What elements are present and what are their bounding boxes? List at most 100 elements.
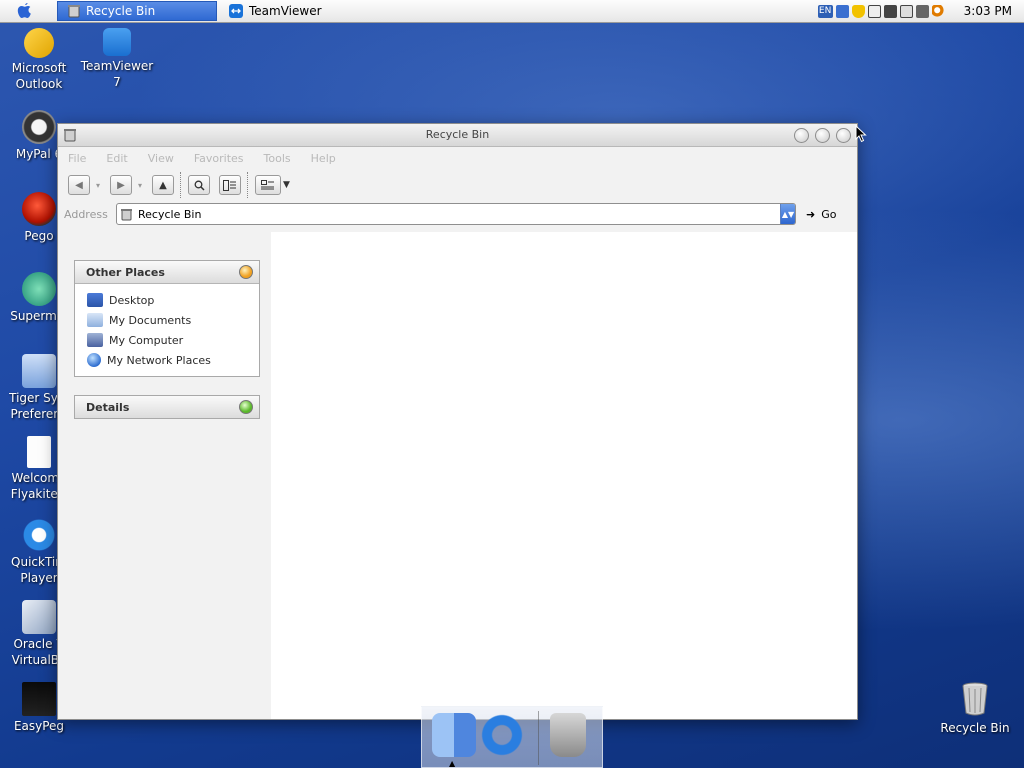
views-dropdown-icon[interactable]: ▼	[283, 180, 290, 190]
menu-view[interactable]: View	[148, 152, 174, 165]
place-my-computer[interactable]: My Computer	[87, 330, 259, 350]
pego-icon	[22, 192, 56, 226]
task-recycle-bin[interactable]: Recycle Bin	[57, 1, 217, 21]
back-dropdown-icon[interactable]: ▾	[96, 181, 100, 190]
menu-favorites[interactable]: Favorites	[194, 152, 244, 165]
maximize-button[interactable]	[815, 128, 830, 143]
forward-dropdown-icon[interactable]: ▾	[138, 181, 142, 190]
address-value: Recycle Bin	[138, 207, 202, 221]
task-label: Recycle Bin	[86, 4, 156, 18]
mypal-icon	[22, 110, 56, 144]
network-globe-icon	[87, 353, 101, 367]
desktop-icon	[87, 293, 103, 307]
trash-icon	[121, 208, 132, 220]
go-arrow-icon: ➜	[806, 207, 816, 221]
address-bar: Address Recycle Bin ▲▼ ➜ Go	[58, 201, 857, 227]
task-teamviewer[interactable]: TeamViewer	[219, 1, 349, 21]
other-places-header[interactable]: Other Places	[75, 261, 259, 284]
up-arrow-icon: ▲	[159, 179, 167, 191]
network-icon[interactable]	[835, 4, 849, 18]
shield-icon[interactable]	[851, 4, 865, 18]
up-button[interactable]: ▲	[152, 175, 175, 195]
views-icon	[261, 180, 275, 190]
forward-arrow-icon: ▶	[117, 179, 125, 191]
close-button[interactable]	[836, 128, 851, 143]
teamviewer-icon	[103, 28, 131, 56]
outlook-icon	[24, 28, 54, 58]
monitor-icon[interactable]	[883, 4, 897, 18]
finder-icon[interactable]	[432, 713, 476, 757]
panel-title: Other Places	[86, 265, 165, 279]
keyboard-icon[interactable]	[899, 4, 913, 18]
updown-arrow-icon: ▲▼	[781, 209, 795, 219]
menu-help[interactable]: Help	[311, 152, 336, 165]
place-my-documents[interactable]: My Documents	[87, 310, 259, 330]
desktop-icon-label: Microsoft	[11, 61, 67, 75]
search-icon[interactable]	[931, 4, 945, 18]
desktop-icon-label: EasyPeg	[13, 719, 65, 733]
panel-title: Details	[86, 400, 130, 414]
trash-icon[interactable]	[550, 713, 586, 757]
clock: 3:03 PM	[963, 4, 1012, 18]
desktop-icon-label: Recycle Bin	[940, 721, 1010, 735]
running-indicator-icon: ▲	[449, 759, 456, 768]
my-computer-icon	[87, 333, 103, 347]
trash-icon	[68, 5, 80, 18]
trash-icon	[64, 129, 76, 142]
desktop-icon-label: TeamViewer 7	[80, 59, 154, 89]
supermium-icon	[22, 272, 56, 306]
minimize-button[interactable]	[794, 128, 809, 143]
teamviewer-icon	[229, 4, 243, 18]
desktop-icon-label: Outlook	[15, 77, 63, 91]
place-desktop[interactable]: Desktop	[87, 290, 259, 310]
trash-icon	[962, 682, 988, 716]
internet-explorer-icon[interactable]	[480, 713, 524, 757]
menu-file[interactable]: File	[68, 152, 86, 165]
task-pane: Other Places Desktop My Documents My Com…	[58, 232, 270, 719]
address-field[interactable]: Recycle Bin ▲▼	[116, 203, 796, 225]
address-dropdown-button[interactable]: ▲▼	[780, 204, 795, 224]
menu-tools[interactable]: Tools	[264, 152, 291, 165]
desktop-icon-outlook[interactable]: Microsoft Outlook	[1, 28, 77, 92]
toolbar: ◀ ▾ ▶ ▾ ▲ ▼	[58, 169, 857, 201]
desktop-icon-teamviewer[interactable]: TeamViewer 7	[79, 28, 155, 90]
place-my-network-places[interactable]: My Network Places	[87, 350, 259, 370]
place-label: Desktop	[109, 293, 155, 307]
speaker-icon[interactable]	[915, 4, 929, 18]
window-controls	[794, 128, 851, 143]
details-panel: Details	[74, 395, 260, 419]
system-tray: EN 3:03 PM	[817, 0, 1024, 22]
document-icon	[27, 436, 51, 468]
go-button[interactable]: ➜ Go	[806, 208, 836, 221]
views-button[interactable]	[255, 175, 282, 195]
language-indicator[interactable]: EN	[817, 4, 833, 18]
window-body: Other Places Desktop My Documents My Com…	[58, 232, 857, 719]
window-menu-bar: File Edit View Favorites Tools Help	[58, 147, 857, 169]
menu-bar: Recycle Bin TeamViewer EN 3:03 PM	[0, 0, 1024, 23]
toolbar-separator	[180, 172, 182, 198]
address-label: Address	[64, 207, 108, 221]
dock-separator	[538, 711, 539, 765]
battery-icon[interactable]	[867, 4, 881, 18]
back-button[interactable]: ◀	[68, 175, 90, 195]
forward-button[interactable]: ▶	[110, 175, 133, 195]
search-button[interactable]	[188, 175, 211, 195]
virtualbox-icon	[22, 600, 56, 634]
details-header[interactable]: Details	[75, 396, 259, 418]
folders-icon	[223, 179, 237, 191]
window-title: Recycle Bin	[425, 128, 490, 141]
folders-button[interactable]	[219, 175, 242, 195]
back-arrow-icon: ◀	[75, 179, 83, 191]
desktop-icon-recycle-bin[interactable]: Recycle Bin	[937, 682, 1013, 736]
menu-edit[interactable]: Edit	[106, 152, 127, 165]
preferences-icon	[22, 354, 56, 388]
apple-icon[interactable]	[14, 2, 36, 20]
other-places-list: Desktop My Documents My Computer My Netw…	[75, 284, 259, 376]
search-icon	[194, 180, 205, 191]
mouse-cursor-icon	[855, 125, 867, 143]
expand-orb-icon[interactable]	[239, 400, 253, 414]
task-label: TeamViewer	[249, 4, 322, 18]
window-titlebar[interactable]: Recycle Bin	[58, 124, 857, 147]
file-list-area[interactable]	[271, 232, 857, 719]
collapse-orb-icon[interactable]	[239, 265, 253, 279]
